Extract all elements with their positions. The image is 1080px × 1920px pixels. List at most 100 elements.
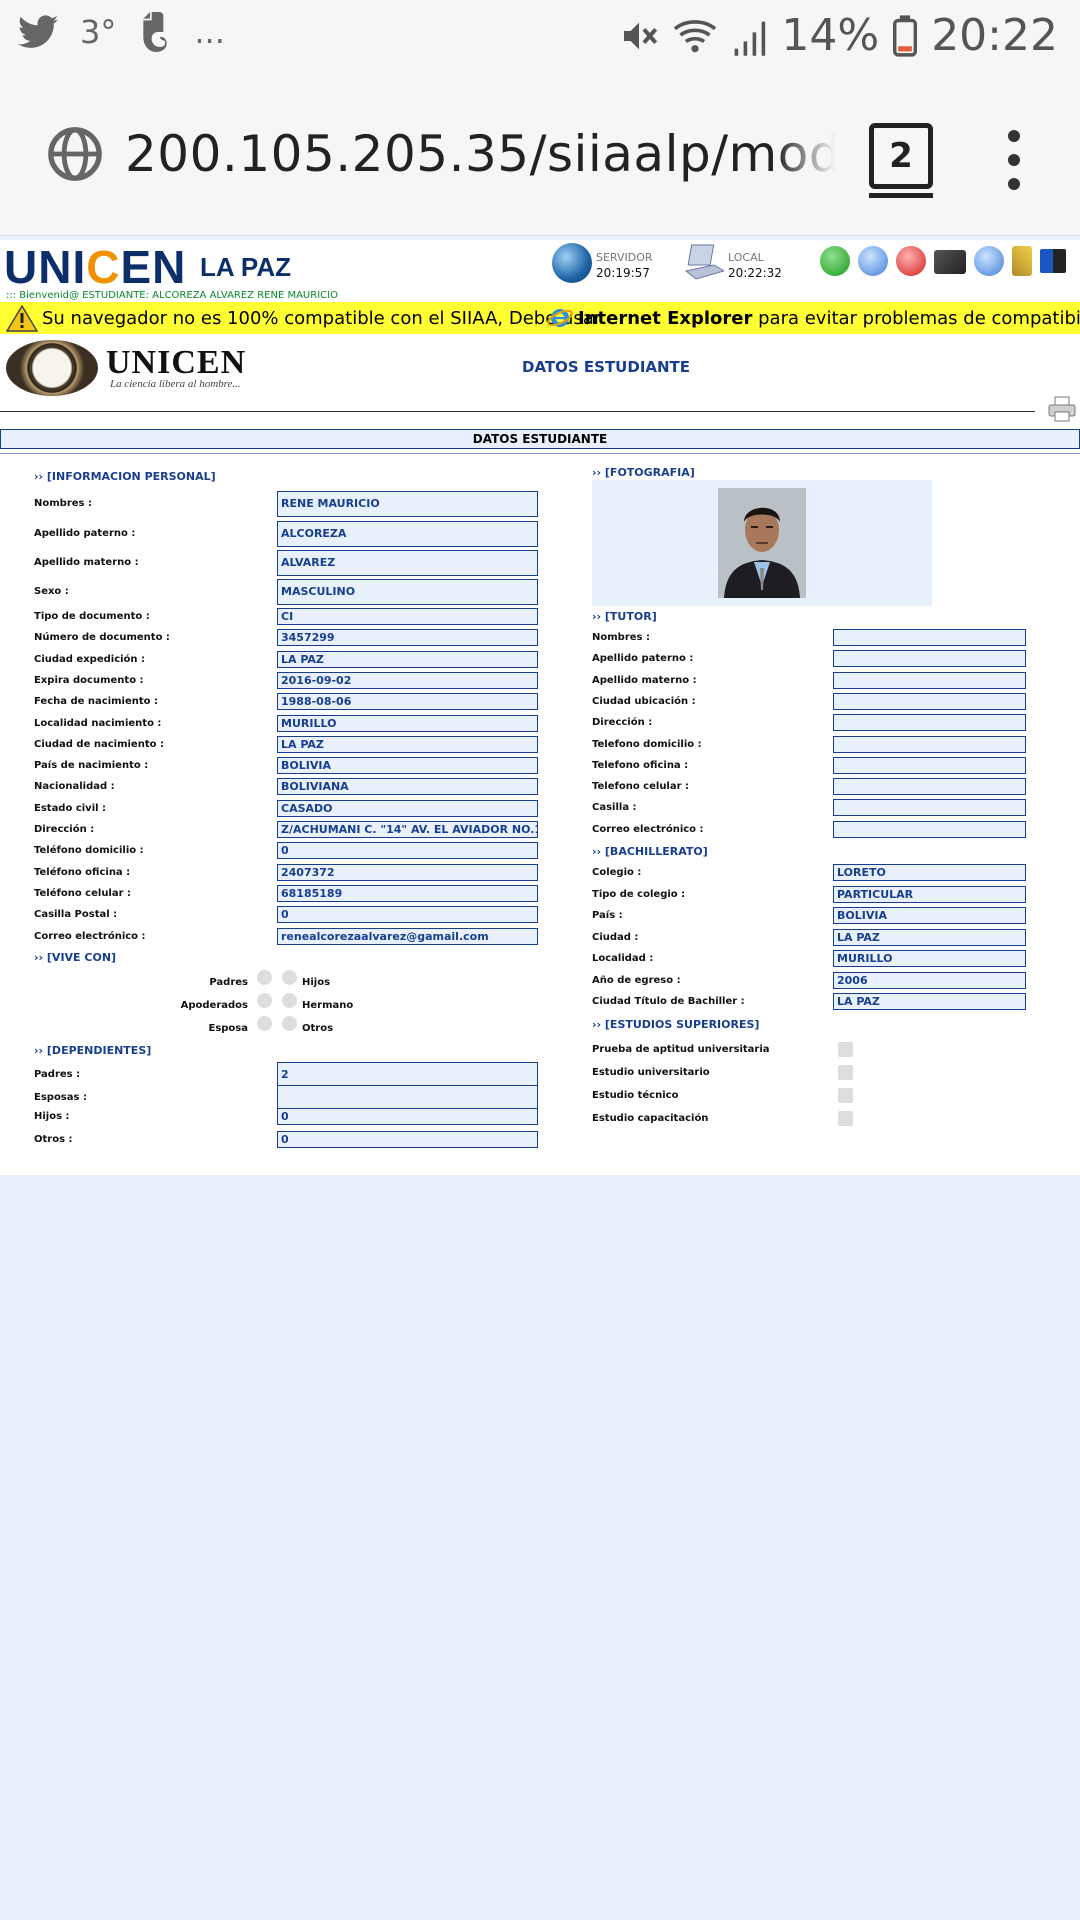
status-bar: 3° ... 14% 20:22 <box>0 0 1080 75</box>
estudio-estudio-tecnico-checkbox[interactable] <box>838 1088 853 1103</box>
book-icon[interactable] <box>934 250 966 274</box>
refresh-icon[interactable] <box>820 246 850 276</box>
ciudad-ubicacion-field[interactable] <box>833 692 1026 710</box>
localidad-field[interactable]: MURILLO <box>833 950 1026 967</box>
direccion-field[interactable] <box>833 714 1026 732</box>
apellido-paterno-label: Apellido paterno : <box>592 653 694 665</box>
apellido-paterno-label: Apellido paterno : <box>34 528 136 539</box>
numero-de-documento-field[interactable]: 3457299 <box>277 629 538 647</box>
numero-de-documento-label: Número de documento : <box>34 632 170 644</box>
nacionalidad-field[interactable]: BOLIVIANA <box>277 778 538 796</box>
apellido-materno-field[interactable]: ALVAREZ <box>277 550 538 576</box>
ciudad-field[interactable]: LA PAZ <box>833 928 1026 946</box>
battery-icon <box>893 14 918 57</box>
estudio-estudio-tecnico-label: Estudio técnico <box>592 1090 679 1101</box>
telefono-domicilio-field[interactable]: 0 <box>277 842 538 860</box>
divider <box>0 453 1080 454</box>
ciudad-expedicion-label: Ciudad expedición : <box>34 653 146 665</box>
telefono-celular-label: Telefono celular : <box>592 781 690 793</box>
vive-con-otros-label: Otros <box>302 1023 334 1034</box>
banner-brand: UNICEN <box>106 344 247 381</box>
ciudad-de-nacimiento-field[interactable]: LA PAZ <box>277 735 538 753</box>
unicen-logo: UNICEN <box>4 241 187 293</box>
hijos-field[interactable]: 0 <box>277 1108 538 1125</box>
evernote-icon <box>143 12 168 52</box>
estudio-estudio-universitario-checkbox[interactable] <box>838 1065 853 1080</box>
casilla-field[interactable] <box>833 799 1026 817</box>
vive-con-hermano-label: Hermano <box>302 1000 354 1011</box>
ano-de-egreso-field[interactable]: 2006 <box>833 971 1026 989</box>
ciudad-expedicion-field[interactable]: LA PAZ <box>277 650 538 668</box>
otros-field[interactable]: 0 <box>277 1131 538 1148</box>
ano-de-egreso-label: Año de egreso : <box>592 974 681 986</box>
correo-electronico-label: Correo electrónico : <box>592 823 704 835</box>
telefono-domicilio-label: Teléfono domicilio : <box>34 845 144 857</box>
nombres-field[interactable]: RENE MAURICIO <box>277 491 538 517</box>
ciudad-ubicacion-label: Ciudad ubicación : <box>592 695 696 707</box>
estado-civil-field[interactable]: CASADO <box>277 799 538 817</box>
forward-arrow-icon[interactable] <box>974 246 1004 276</box>
localidad-label: Localidad : <box>592 953 654 964</box>
tipo-de-documento-field[interactable]: CI <box>277 608 538 625</box>
apellido-materno-label: Apellido materno : <box>34 557 139 568</box>
telefono-domicilio-field[interactable] <box>833 735 1026 753</box>
direccion-field[interactable]: Z/ACHUMANI C. "14" AV. EL AVIADOR NO.120 <box>277 821 538 838</box>
tipo-de-colegio-label: Tipo de colegio : <box>592 888 686 900</box>
correo-electronico-label: Correo electrónico : <box>34 930 146 942</box>
apellido-paterno-field[interactable] <box>833 650 1026 668</box>
vive-con-esposa-label: Esposa <box>208 1023 248 1034</box>
apellido-materno-field[interactable] <box>833 671 1026 689</box>
ciudad-titulo-de-bachiller-field[interactable]: LA PAZ <box>833 993 1026 1010</box>
nombres-label: Nombres : <box>592 632 650 643</box>
url-field[interactable]: 200.105.205.35/siiaalp/modulos/ <box>125 125 835 195</box>
localidad-nacimiento-field[interactable]: MURILLO <box>277 714 538 732</box>
vive-con-hermano-radio[interactable] <box>282 993 297 1008</box>
banner-tagline: La ciencia libera al hombre... <box>110 378 241 390</box>
tab-switcher-button[interactable]: 2 <box>869 123 933 198</box>
logout-icon[interactable] <box>1040 249 1066 273</box>
telefono-oficina-field[interactable] <box>833 756 1026 774</box>
warning-icon <box>6 305 38 332</box>
clock: 20:22 <box>931 10 1058 61</box>
pais-field[interactable]: BOLIVIA <box>833 907 1026 924</box>
padres-label: Padres : <box>34 1069 81 1080</box>
back-arrow-icon[interactable] <box>858 246 888 276</box>
tipo-de-colegio-field[interactable]: PARTICULAR <box>833 885 1026 903</box>
brush-icon[interactable] <box>1012 246 1032 276</box>
mute-icon <box>624 22 658 49</box>
battery-percent: 14% <box>781 10 880 61</box>
expira-documento-field[interactable]: 2016-09-02 <box>277 671 538 689</box>
vive-con-esposa-radio[interactable] <box>257 1016 272 1031</box>
estado-civil-label: Estado civil : <box>34 802 107 814</box>
colegio-field[interactable]: LORETO <box>833 864 1026 881</box>
vive-con-hijos-radio[interactable] <box>282 970 297 985</box>
telefono-oficina-field[interactable]: 2407372 <box>277 863 538 881</box>
estudio-prueba-de-aptitud-universitaria-checkbox[interactable] <box>838 1042 853 1057</box>
colegio-label: Colegio : <box>592 867 642 878</box>
globe-server-icon <box>552 243 592 283</box>
sexo-field[interactable]: MASCULINO <box>277 579 538 605</box>
casilla-postal-label: Casilla Postal : <box>34 909 118 921</box>
pais-de-nacimiento-field[interactable]: BOLIVIA <box>277 757 538 775</box>
estudio-estudio-capacitacion-checkbox[interactable] <box>838 1111 853 1126</box>
telefono-celular-field[interactable]: 68185189 <box>277 884 538 902</box>
vive-con-otros-radio[interactable] <box>282 1016 297 1031</box>
vive-con-padres-radio[interactable] <box>257 970 272 985</box>
section-bachillerato: [BACHILLERATO] <box>592 845 708 858</box>
pais-label: País : <box>592 910 623 921</box>
casilla-postal-field[interactable]: 0 <box>277 906 538 924</box>
menu-more-icon[interactable] <box>1008 130 1022 190</box>
web-page: UNICEN LA PAZ SERVIDOR 20:19:57 LOCAL 20:2… <box>0 240 1080 1175</box>
printer-icon[interactable] <box>1048 396 1076 422</box>
apellido-paterno-field[interactable]: ALCOREZA <box>277 521 538 547</box>
vive-con-apoderados-radio[interactable] <box>257 993 272 1008</box>
home-icon[interactable] <box>896 246 926 276</box>
telefono-celular-field[interactable] <box>833 778 1026 796</box>
correo-electronico-field[interactable]: renealcorezaalvarez@gamail.com <box>277 927 538 945</box>
nombres-field[interactable] <box>833 629 1026 646</box>
correo-electronico-field[interactable] <box>833 820 1026 838</box>
header-toolbar <box>820 246 1066 276</box>
otros-label: Otros : <box>34 1134 73 1145</box>
fecha-de-nacimiento-field[interactable]: 1988-08-06 <box>277 693 538 711</box>
section-tutor: [TUTOR] <box>592 610 657 623</box>
